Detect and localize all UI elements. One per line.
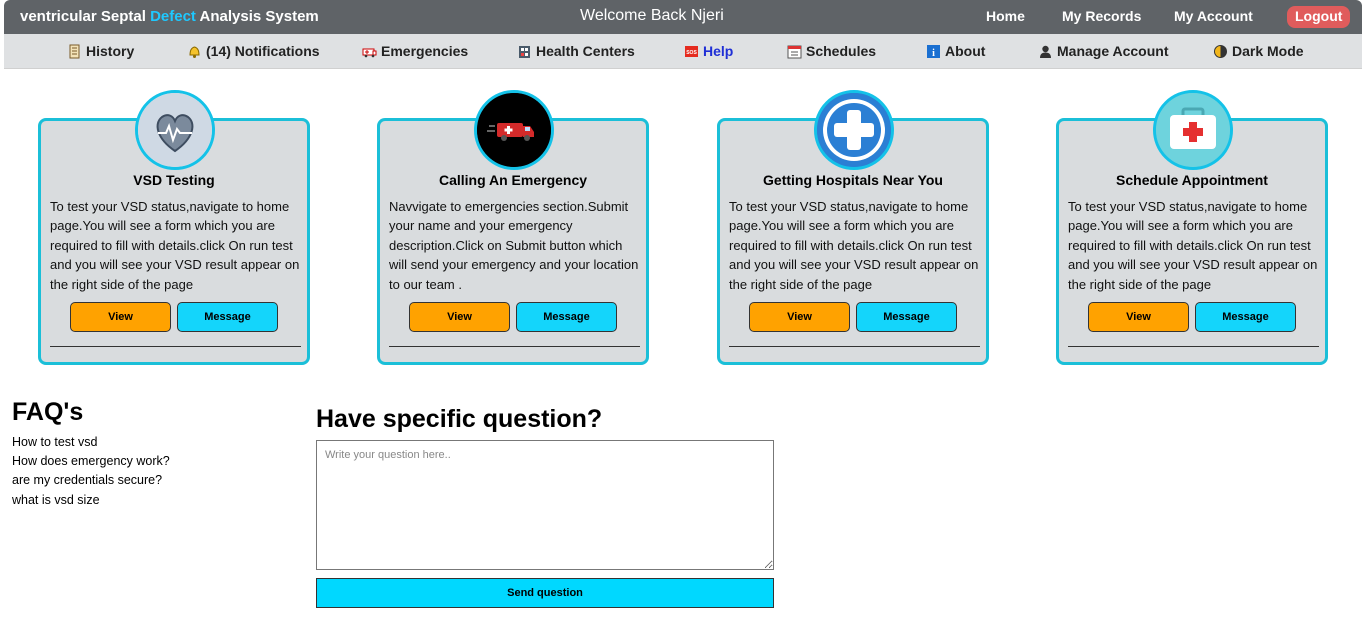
ambulance-icon xyxy=(362,44,377,59)
nav-item-label: About xyxy=(945,43,986,59)
nav-item-help[interactable]: SOS Help xyxy=(684,43,733,59)
view-button[interactable]: View xyxy=(749,302,850,332)
app-title-pre: ventricular Septal xyxy=(20,8,151,25)
message-button[interactable]: Message xyxy=(177,302,278,332)
nav-item-manage-account[interactable]: Manage Account xyxy=(1038,43,1169,59)
card-vsd-testing: VSD Testing To test your VSD status,navi… xyxy=(38,90,310,365)
nav-item-label: Manage Account xyxy=(1057,43,1169,59)
bell-icon xyxy=(187,44,202,59)
faq-item[interactable]: what is vsd size xyxy=(12,491,170,510)
question-input[interactable] xyxy=(316,440,774,570)
half-moon-icon xyxy=(1213,44,1228,59)
faq-list: How to test vsd How does emergency work?… xyxy=(12,433,170,510)
scroll-icon xyxy=(67,44,82,59)
nav-item-history[interactable]: History xyxy=(67,43,134,59)
card-calling-emergency: Calling An Emergency Navvigate to emerge… xyxy=(377,90,649,365)
my-records-link[interactable]: My Records xyxy=(1062,8,1141,24)
card-title: Getting Hospitals Near You xyxy=(763,172,943,188)
card-schedule-appointment: Schedule Appointment To test your VSD st… xyxy=(1056,90,1328,365)
divider xyxy=(1068,346,1319,347)
app-title-post: Analysis System xyxy=(195,8,319,25)
heart-icon xyxy=(135,90,215,170)
view-button[interactable]: View xyxy=(1088,302,1189,332)
nav-item-label: Dark Mode xyxy=(1232,43,1304,59)
card-title: VSD Testing xyxy=(133,172,215,188)
card-hospitals-near-you: Getting Hospitals Near You To test your … xyxy=(717,90,989,365)
nav-item-schedules[interactable]: Schedules xyxy=(787,43,876,59)
app-title: ventricular Septal Defect Analysis Syste… xyxy=(20,8,319,25)
nav-item-health-centers[interactable]: Health Centers xyxy=(517,43,635,59)
faq-item[interactable]: How does emergency work? xyxy=(12,452,170,471)
card-text: To test your VSD status,navigate to home… xyxy=(50,199,300,292)
svg-text:SOS: SOS xyxy=(686,50,697,56)
send-question-button[interactable]: Send question xyxy=(316,578,774,608)
user-icon xyxy=(1038,44,1053,59)
message-button[interactable]: Message xyxy=(856,302,957,332)
nav-item-label: History xyxy=(86,43,135,59)
home-link[interactable]: Home xyxy=(986,8,1025,24)
card-title: Calling An Emergency xyxy=(438,172,588,188)
svg-text:i: i xyxy=(932,48,935,59)
card-text: To test your VSD status,navigate to home… xyxy=(729,199,979,292)
nav-item-label: (14) Notifications xyxy=(206,43,320,59)
card-text: To test your VSD status,navigate to home… xyxy=(1068,199,1318,292)
nav-bar: History (14) Notifications Emergencies H… xyxy=(4,34,1362,69)
nav-item-label: Schedules xyxy=(806,43,877,59)
view-button[interactable]: View xyxy=(70,302,171,332)
welcome-message: Welcome Back Njeri xyxy=(580,7,724,24)
nav-item-label: Health Centers xyxy=(536,43,635,59)
message-button[interactable]: Message xyxy=(1195,302,1296,332)
info-icon: i xyxy=(926,44,941,59)
hospital-icon xyxy=(517,44,532,59)
app-title-accent: Defect xyxy=(150,8,196,25)
top-bar: ventricular Septal Defect Analysis Syste… xyxy=(4,0,1362,34)
nav-item-dark-mode[interactable]: Dark Mode xyxy=(1213,43,1304,59)
sos-icon: SOS xyxy=(684,44,699,59)
logout-button[interactable]: Logout xyxy=(1287,6,1351,28)
faq-item[interactable]: How to test vsd xyxy=(12,433,170,452)
nav-item-emergencies[interactable]: Emergencies xyxy=(362,43,468,59)
divider xyxy=(389,346,640,347)
view-button[interactable]: View xyxy=(409,302,510,332)
nav-item-label: Emergencies xyxy=(381,43,469,59)
medical-cross-icon xyxy=(814,90,894,170)
card-text: Navvigate to emergencies section.Submit … xyxy=(389,199,639,292)
first-aid-kit-icon xyxy=(1153,90,1233,170)
nav-item-about[interactable]: i About xyxy=(926,43,985,59)
question-title: Have specific question? xyxy=(316,405,603,433)
nav-item-notifications[interactable]: (14) Notifications xyxy=(187,43,320,59)
my-account-link[interactable]: My Account xyxy=(1174,8,1253,24)
nav-item-label: Help xyxy=(703,43,734,59)
calendar-icon xyxy=(787,44,802,59)
card-title: Schedule Appointment xyxy=(1116,172,1268,188)
ambulance-icon xyxy=(474,90,554,170)
faq-title: FAQ's xyxy=(12,398,84,426)
faq-item[interactable]: are my credentials secure? xyxy=(12,471,170,490)
message-button[interactable]: Message xyxy=(516,302,617,332)
divider xyxy=(729,346,980,347)
divider xyxy=(50,346,301,347)
